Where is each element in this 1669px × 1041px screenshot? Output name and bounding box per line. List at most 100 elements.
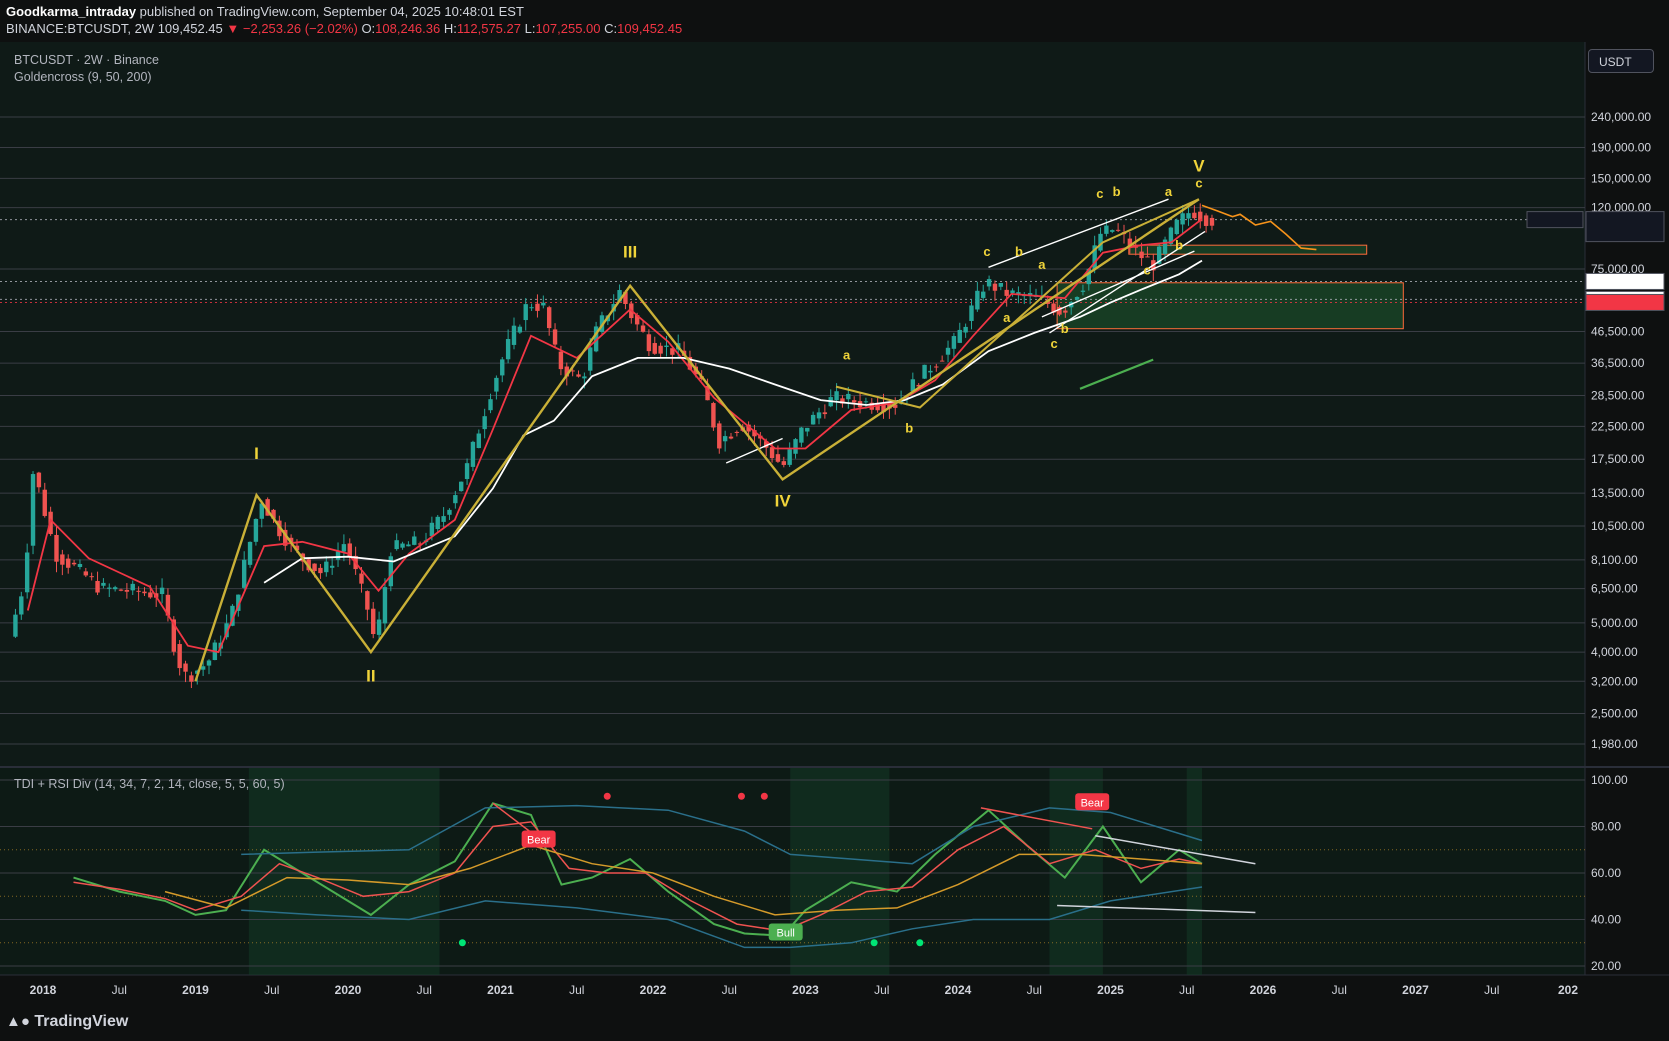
candle-body (582, 376, 587, 379)
time-tick-label: Jul (1332, 983, 1347, 997)
candle-body (517, 326, 523, 333)
wave-label: c (1096, 186, 1103, 201)
chart-canvas[interactable]: 240,000.00190,000.00150,000.00120,000.00… (0, 0, 1669, 1041)
candle-body (324, 561, 329, 573)
candle-body (124, 589, 130, 592)
price-tick-label: 10,500.00 (1591, 519, 1645, 533)
candle-body (494, 377, 499, 392)
time-tick-label: 2021 (487, 983, 514, 997)
candle-body (529, 307, 534, 309)
candle-body (939, 360, 945, 362)
candle-body (998, 282, 1004, 287)
candle-body (945, 347, 951, 355)
price-level-tag (1585, 272, 1665, 290)
candle-body (1110, 230, 1115, 232)
candle-body (500, 359, 505, 376)
candle-body (1104, 225, 1109, 234)
price-level-tag (1585, 293, 1665, 311)
time-tick-label: 2025 (1097, 983, 1124, 997)
candle-body (775, 454, 781, 462)
time-tick-label: 2023 (792, 983, 819, 997)
candle-body (77, 563, 83, 568)
candle-body (652, 343, 657, 354)
wave-label: b (1113, 184, 1121, 199)
candle-body (986, 279, 992, 287)
wave-label: c (983, 244, 990, 259)
divergence-badge-label: Bear (527, 834, 551, 846)
candle-body (646, 334, 652, 352)
candle-body (799, 427, 804, 443)
time-tick-label: Jul (264, 983, 279, 997)
divergence-badge: Bear (1075, 793, 1110, 811)
candle-body (992, 283, 998, 291)
price-tick-label: 36,500.00 (1591, 356, 1645, 370)
price-tick-label: 28,500.00 (1591, 388, 1645, 402)
time-tick-label: Jul (874, 983, 889, 997)
candle-body (1174, 219, 1179, 235)
price-tick-label: 13,500.00 (1591, 486, 1645, 500)
candle-body (981, 291, 986, 298)
price-tick-label: 4,000.00 (1591, 645, 1638, 659)
price-tick-label: 46,500.00 (1591, 324, 1645, 338)
price-tick-label: 17,500.00 (1591, 452, 1645, 466)
price-pane (0, 42, 1585, 766)
candle-body (112, 587, 118, 590)
oscillator-tick-label: 80.00 (1591, 820, 1621, 834)
candle-body (412, 536, 417, 545)
candle-body (1074, 297, 1080, 300)
candle-body (1010, 290, 1015, 293)
price-tick-label: 240,000.00 (1591, 110, 1651, 124)
tradingview-logo: ▲● TradingView (6, 1013, 128, 1031)
bull-signal-dot (870, 939, 878, 947)
candle-body (406, 544, 411, 547)
oscillator-legend: TDI + RSI Div (14, 34, 7, 2, 14, close, … (14, 777, 285, 791)
time-tick-label: 2018 (30, 983, 57, 997)
oscillator-tick-label: 100.00 (1591, 773, 1628, 787)
candle-body (159, 587, 165, 595)
candle-body (1186, 213, 1191, 219)
oscillator-tick-label: 20.00 (1591, 959, 1621, 973)
candle-body (83, 571, 89, 576)
divergence-badge-label: Bull (777, 927, 795, 939)
candle-body (247, 541, 253, 565)
candle-body (975, 290, 980, 310)
candle-body (200, 666, 206, 670)
candle-body (541, 302, 546, 306)
candle-body (329, 565, 335, 568)
candle-body (183, 663, 188, 672)
candle-body (130, 583, 135, 591)
candle-body (851, 400, 857, 403)
candle-body (1162, 239, 1168, 254)
bull-signal-dot (916, 939, 924, 947)
time-tick-label: 2022 (640, 983, 667, 997)
bear-signal-dot (737, 792, 745, 800)
time-tick-label: Jul (569, 983, 584, 997)
wave-label: b (1175, 238, 1183, 253)
currency-button[interactable]: USDT (1588, 49, 1654, 73)
candle-body (376, 619, 382, 635)
time-tick-label: Jul (417, 983, 432, 997)
candle-body (476, 433, 481, 449)
oscillator-tick-label: 60.00 (1591, 866, 1621, 880)
candle-body (371, 608, 376, 635)
candle-body (118, 589, 124, 591)
wave-label: c (1050, 336, 1057, 351)
candle-body (66, 558, 71, 568)
candle-body (148, 592, 153, 598)
candle-body (1192, 212, 1197, 219)
wave-label: I (254, 444, 259, 463)
candle-body (13, 614, 18, 637)
candle-body (576, 374, 581, 377)
candle-body (1180, 213, 1185, 225)
bear-signal-dot (760, 792, 768, 800)
time-tick-label: 2027 (1402, 983, 1429, 997)
candle-body (95, 580, 100, 593)
support-zone (1056, 282, 1404, 330)
candle-body (482, 416, 487, 430)
wave-label: b (905, 420, 913, 435)
candle-body (189, 675, 194, 682)
candle-body (787, 449, 792, 465)
bull-signal-dot (458, 939, 466, 947)
candle-body (241, 559, 247, 588)
candle-body (89, 576, 94, 578)
